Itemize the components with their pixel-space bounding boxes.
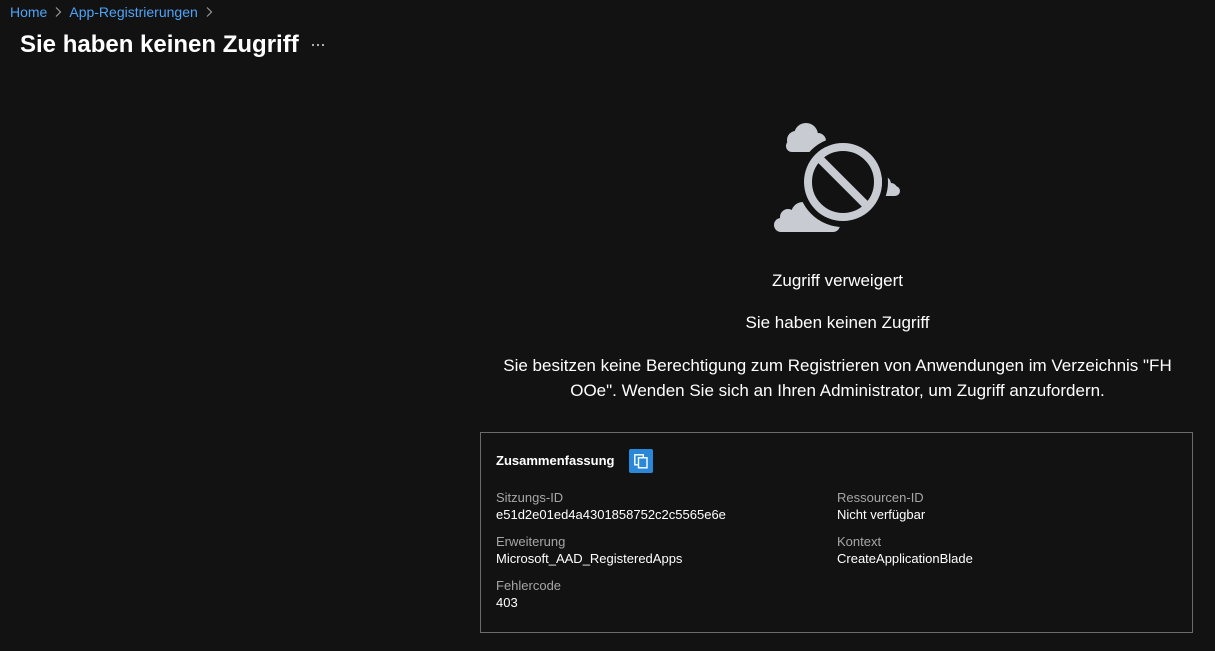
chevron-right-icon [198, 3, 220, 21]
error-code-value: 403 [496, 595, 518, 610]
resource-id-value: Nicht verfügbar [837, 507, 926, 522]
blocked-cloud-icon [774, 123, 900, 232]
access-denied-illustration [770, 118, 904, 238]
error-code-label: Fehlercode [496, 578, 562, 593]
context-value: CreateApplicationBlade [837, 551, 973, 566]
ellipsis-icon [311, 43, 325, 47]
chevron-right-icon [47, 3, 69, 21]
error-code-field: Fehlercode 403 [496, 577, 561, 611]
session-id-label: Sitzungs-ID [496, 490, 564, 505]
description-line: OOe". Wenden Sie sich an Ihren Administr… [570, 381, 1105, 400]
copy-icon [634, 454, 649, 469]
context-label: Kontext [837, 534, 882, 549]
resource-id-field: Ressourcen-ID Nicht verfügbar [837, 489, 925, 523]
extension-value: Microsoft_AAD_RegisteredApps [496, 551, 683, 566]
summary-header: Zusammenfassung [496, 448, 654, 474]
session-id-value: e51d2e01ed4a4301858752c2c5565e6e [496, 507, 726, 522]
page-title: Sie haben keinen Zugriff [20, 31, 299, 58]
breadcrumb-app-registrations-link[interactable]: App-Registrierungen [69, 3, 197, 21]
context-field: Kontext CreateApplicationBlade [837, 533, 973, 567]
copy-summary-button[interactable] [629, 449, 654, 473]
resource-id-label: Ressourcen-ID [837, 490, 924, 505]
breadcrumb-home-link[interactable]: Home [10, 3, 47, 21]
no-access-subtitle: Sie haben keinen Zugriff [745, 313, 930, 332]
session-id-field: Sitzungs-ID e51d2e01ed4a4301858752c2c556… [496, 489, 726, 523]
breadcrumb: Home App-Registrierungen [10, 3, 220, 21]
extension-label: Erweiterung [496, 534, 566, 549]
description-line: Sie besitzen keine Berechtigung zum Regi… [503, 356, 1172, 375]
more-options-button[interactable] [307, 34, 329, 56]
extension-field: Erweiterung Microsoft_AAD_RegisteredApps [496, 533, 682, 567]
summary-title: Zusammenfassung [496, 453, 615, 468]
summary-panel: Zusammenfassung Sitzungs-ID e51d2e01ed4a… [480, 432, 1193, 633]
access-denied-title: Zugriff verweigert [771, 271, 903, 290]
access-denied-description: Sie besitzen keine Berechtigung zum Regi… [480, 353, 1195, 403]
